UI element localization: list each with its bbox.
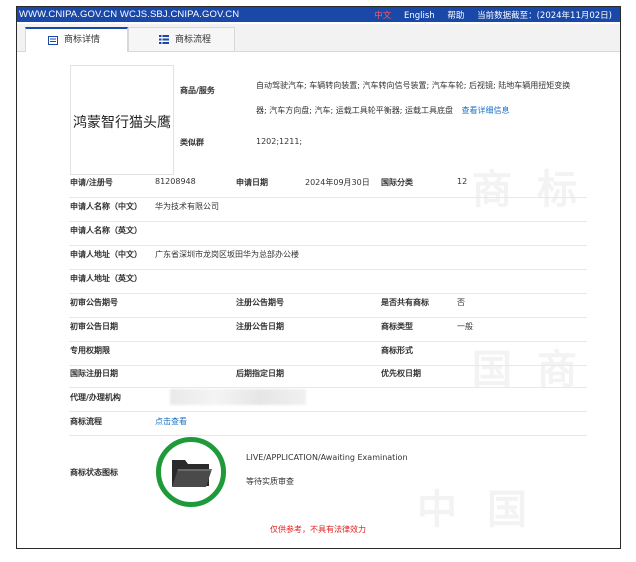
view-details-link[interactable]: 查看详细信息: [462, 106, 510, 115]
similar-group-value: 1202;1211;: [256, 137, 303, 146]
lang-en-link[interactable]: English: [404, 11, 435, 21]
watermark: 国: [487, 487, 527, 533]
divider: [69, 245, 587, 246]
flow-label: 商标流程: [70, 417, 102, 426]
list-icon: [159, 35, 169, 44]
watermark: 中: [417, 487, 457, 533]
later-designation-label: 后期指定日期: [236, 369, 284, 378]
divider: [69, 411, 587, 412]
divider: [69, 435, 587, 436]
goods-text: 自动驾驶汽车; 车辆转向装置; 汽车转向信号装置; 汽车车轮; 后视镜; 陆地车…: [256, 81, 571, 115]
tab-label: 商标详情: [64, 35, 101, 45]
document-icon: [48, 36, 58, 45]
app-date-label: 申请日期: [236, 178, 268, 187]
divider: [69, 387, 587, 388]
mark-type-label: 商标类型: [381, 322, 413, 331]
applicant-en-label: 申请人名称（英文）: [70, 226, 142, 235]
reg-no-value: 81208948: [155, 177, 196, 186]
divider: [69, 341, 587, 342]
tab-bar: 商标详情 商标流程: [17, 24, 620, 52]
data-date: 当前数据截至：(2024年11月02日): [477, 11, 612, 21]
reg-notice-no-label: 注册公告期号: [236, 298, 284, 307]
divider: [69, 197, 587, 198]
tab-label: 商标流程: [175, 35, 212, 45]
app-date-value: 2024年09月30日: [305, 178, 370, 187]
mark-form-label: 商标形式: [381, 346, 413, 355]
intl-class-label: 国际分类: [381, 178, 413, 187]
tab-trademark-flow[interactable]: 商标流程: [128, 27, 235, 51]
divider: [69, 293, 587, 294]
reg-no-label: 申请/注册号: [70, 178, 113, 187]
divider: [69, 317, 587, 318]
prelim-no-label: 初审公告期号: [70, 298, 118, 307]
status-ring: [156, 437, 226, 507]
shared-label: 是否共有商标: [381, 298, 429, 307]
address-en-label: 申请人地址（英文）: [70, 274, 142, 283]
trademark-image: 鸿蒙智行猫头鹰: [70, 65, 174, 175]
divider: [69, 221, 587, 222]
folder-icon: [172, 460, 212, 487]
top-bar: WWW.CNIPA.GOV.CN WCJS.SBJ.CNIPA.GOV.CN 中…: [17, 7, 620, 22]
watermark: 商: [472, 167, 512, 213]
agent-value-redacted: [170, 389, 306, 405]
agent-label: 代理/办理机构: [70, 393, 121, 402]
watermark: 标: [537, 167, 577, 213]
tab-trademark-detail[interactable]: 商标详情: [25, 27, 128, 52]
help-link[interactable]: 帮助: [447, 11, 464, 21]
lang-zh-link[interactable]: 中文: [374, 11, 391, 21]
status-icon-label: 商标状态图标: [70, 468, 118, 477]
goods-label: 商品/服务: [180, 86, 215, 95]
site-url: WWW.CNIPA.GOV.CN WCJS.SBJ.CNIPA.GOV.CN: [19, 9, 240, 20]
top-links: 中文 English 帮助 当前数据截至：(2024年11月02日): [364, 9, 612, 21]
divider: [69, 269, 587, 270]
shared-value: 否: [457, 298, 465, 307]
status-en: LIVE/APPLICATION/Awaiting Examination: [246, 453, 408, 462]
applicant-cn-value: 华为技术有限公司: [155, 202, 219, 211]
status-cn: 等待实质审查: [246, 477, 294, 486]
mark-type-value: 一般: [457, 322, 473, 331]
divider: [69, 365, 587, 366]
intl-reg-date-label: 国际注册日期: [70, 369, 118, 378]
address-cn-label: 申请人地址（中文）: [70, 250, 142, 259]
goods-value: 自动驾驶汽车; 车辆转向装置; 汽车转向信号装置; 汽车车轮; 后视镜; 陆地车…: [256, 73, 576, 123]
trademark-detail-window: 商 标 国 商 中 国 WWW.CNIPA.GOV.CN WCJS.SBJ.CN…: [16, 6, 621, 549]
trademark-text: 鸿蒙智行猫头鹰: [73, 115, 171, 131]
view-flow-link[interactable]: 点击查看: [155, 416, 187, 427]
applicant-cn-label: 申请人名称（中文）: [70, 202, 142, 211]
address-cn-value: 广东省深圳市龙岗区坂田华为总部办公楼: [155, 250, 299, 259]
prelim-date-label: 初审公告日期: [70, 322, 118, 331]
similar-group-label: 类似群: [180, 138, 204, 147]
exclusive-period-label: 专用权期限: [70, 346, 110, 355]
intl-class-value: 12: [457, 177, 468, 186]
priority-date-label: 优先权日期: [381, 369, 421, 378]
legal-notice: 仅供参考，不具有法律效力: [270, 525, 366, 534]
reg-notice-date-label: 注册公告日期: [236, 322, 284, 331]
